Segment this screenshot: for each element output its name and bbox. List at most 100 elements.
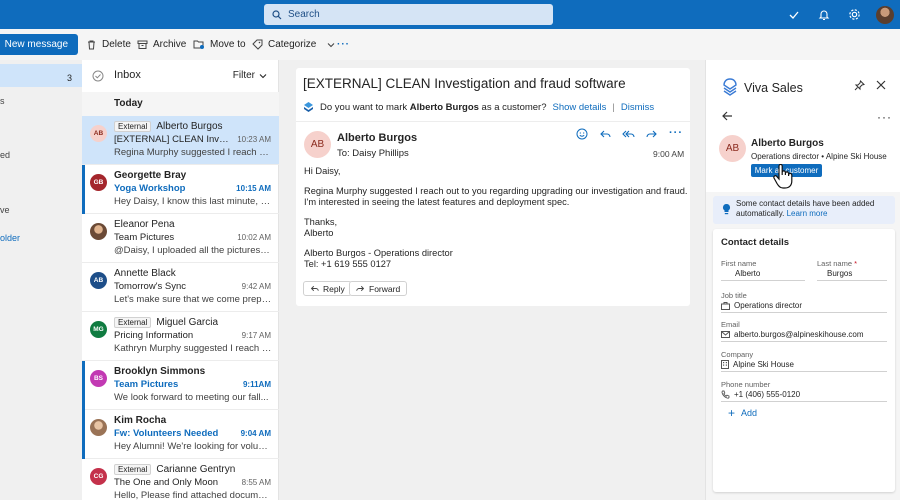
sender-avatar: AB <box>90 272 107 289</box>
categorize-button[interactable]: Categorize <box>252 29 335 60</box>
move-to-button[interactable]: Move to <box>193 29 246 60</box>
sender-avatar: BS <box>90 370 107 387</box>
tag-icon <box>252 39 263 50</box>
sender-name: Georgette Bray <box>114 170 187 181</box>
email-from[interactable]: Alberto Burgos <box>337 132 417 144</box>
message-subject: [EXTERNAL] CLEAN Investiga... <box>114 134 232 145</box>
message-row[interactable]: Kim Rocha Fw: Volunteers Needed 9:04 AM … <box>82 410 279 459</box>
message-subject: Fw: Volunteers Needed <box>114 428 219 439</box>
sender-name: Eleanor Pena <box>114 219 175 230</box>
show-details-link[interactable]: Show details <box>553 102 607 113</box>
settings-gear-icon[interactable] <box>846 7 862 23</box>
signature-line: Alberto Burgos - Operations director <box>304 248 453 258</box>
learn-more-link[interactable]: Learn more <box>787 209 828 218</box>
search-icon <box>272 9 282 19</box>
sender-avatar-photo <box>90 223 107 240</box>
more-commands-button[interactable]: ··· <box>337 29 350 60</box>
more-dots-icon[interactable]: ··· <box>877 110 892 124</box>
new-message-button[interactable]: New message <box>0 34 78 55</box>
dismiss-link[interactable]: Dismiss <box>621 102 654 113</box>
filter-button[interactable]: Filter <box>233 70 267 81</box>
message-time: 9:04 AM <box>240 429 271 438</box>
viva-sales-logo-icon <box>723 78 737 96</box>
bell-icon[interactable] <box>816 7 832 23</box>
sender-name: Kim Rocha <box>114 415 167 426</box>
message-preview: Let's make sure that we come prepared... <box>114 294 272 305</box>
viva-sales-icon <box>304 102 313 112</box>
company-field[interactable]: Alpine Ski House <box>721 358 887 372</box>
message-row[interactable]: MG External Miguel Garcia Pricing Informa… <box>82 312 279 361</box>
sender-avatar: AB <box>90 125 107 142</box>
delete-label: Delete <box>102 39 131 50</box>
pin-icon[interactable] <box>854 80 865 91</box>
email-subject: [EXTERNAL] CLEAN Investigation and fraud… <box>303 76 626 91</box>
back-arrow-icon[interactable] <box>722 111 733 121</box>
reply-all-icon[interactable] <box>622 128 635 140</box>
message-time: 9:42 AM <box>241 282 271 291</box>
more-dots-icon[interactable]: ··· <box>669 128 683 140</box>
phone-field[interactable]: +1 (406) 555-0120 <box>721 388 887 402</box>
sender-line: External Alberto Burgos <box>114 121 223 132</box>
message-row[interactable]: BS Brooklyn Simmons Team Pictures 9:11AM… <box>82 361 279 410</box>
message-row[interactable]: Eleanor Pena Team Pictures 10:02 AM @Dai… <box>82 214 279 263</box>
message-subject: Pricing Information <box>114 330 194 341</box>
chevron-down-icon <box>327 42 335 47</box>
sender-name: Brooklyn Simmons <box>114 366 206 377</box>
phone-icon <box>721 390 730 399</box>
folder-fragment[interactable]: older <box>0 233 20 243</box>
sender-avatar: GB <box>90 174 107 191</box>
message-row[interactable]: AB External Alberto Burgos [EXTERNAL] CLE… <box>82 116 279 165</box>
filter-label: Filter <box>232 70 255 81</box>
user-avatar[interactable] <box>876 5 894 24</box>
sender-avatar-photo <box>90 419 107 436</box>
message-row[interactable]: CG External Carianne Gentryn The One and … <box>82 459 279 500</box>
divider <box>296 121 690 122</box>
first-name-field[interactable]: Alberto <box>721 267 805 281</box>
body-sign: Alberto <box>304 228 334 238</box>
plus-icon: + <box>728 406 736 420</box>
forward-button[interactable]: Forward <box>349 281 408 296</box>
folder-fragment[interactable]: ve <box>0 205 10 215</box>
email-actions: ··· <box>576 128 683 140</box>
separator: | <box>612 101 615 113</box>
message-list: Inbox Filter Today AB External Alberto Bu… <box>82 60 279 500</box>
sender-avatar[interactable]: AB <box>304 131 331 158</box>
list-header: Inbox Filter <box>82 60 279 92</box>
reply-label: Reply <box>323 283 345 294</box>
group-header-today: Today <box>82 92 279 116</box>
add-field-button[interactable]: + Add <box>728 406 757 420</box>
select-all-check-icon[interactable] <box>92 70 104 82</box>
folder-pane: 3 s ed ve older <box>0 60 82 500</box>
mail-icon <box>721 331 730 338</box>
sender-line: External Carianne Gentryn <box>114 464 235 475</box>
trash-icon <box>88 40 95 50</box>
message-subject: Team Pictures <box>114 379 179 390</box>
message-preview: Hey Alumni! We're looking for volunteers… <box>114 441 272 452</box>
body-line: I'm interested in seeing the latest feat… <box>304 197 570 207</box>
last-name-field[interactable]: Burgos <box>817 267 887 281</box>
tasks-icon[interactable] <box>786 7 802 23</box>
folder-fragment[interactable]: s <box>0 96 5 106</box>
folder-inbox[interactable]: 3 <box>0 64 82 87</box>
forward-icon[interactable] <box>646 128 658 140</box>
folder-fragment[interactable]: ed <box>0 150 10 160</box>
message-row[interactable]: GB Georgette Bray Yoga Workshop 10:15 AM… <box>82 165 279 214</box>
external-tag: External <box>114 317 152 328</box>
reply-icon[interactable] <box>599 128 611 140</box>
close-icon[interactable] <box>876 80 886 90</box>
archive-button[interactable]: Archive <box>137 29 186 60</box>
sender-line: External Miguel Garcia <box>114 317 218 328</box>
search-placeholder: Search <box>288 9 320 20</box>
emoji-icon[interactable] <box>576 128 588 140</box>
message-subject: Tomorrow's Sync <box>114 281 187 292</box>
sender-avatar: CG <box>90 468 107 485</box>
job-title-value: Operations director <box>734 301 803 310</box>
search-box[interactable]: Search <box>264 4 553 25</box>
prompt-text: Do you want to mark Alberto Burgos as a … <box>320 101 547 113</box>
message-row[interactable]: AB Annette Black Tomorrow's Sync 9:42 AM… <box>82 263 279 312</box>
reply-button[interactable]: Reply <box>303 281 352 296</box>
email-field[interactable]: alberto.burgos@alpineskihouse.com <box>721 328 887 342</box>
job-title-field[interactable]: Operations director <box>721 299 887 313</box>
delete-button[interactable]: Delete <box>86 29 131 60</box>
email-value: alberto.burgos@alpineskihouse.com <box>734 330 864 339</box>
